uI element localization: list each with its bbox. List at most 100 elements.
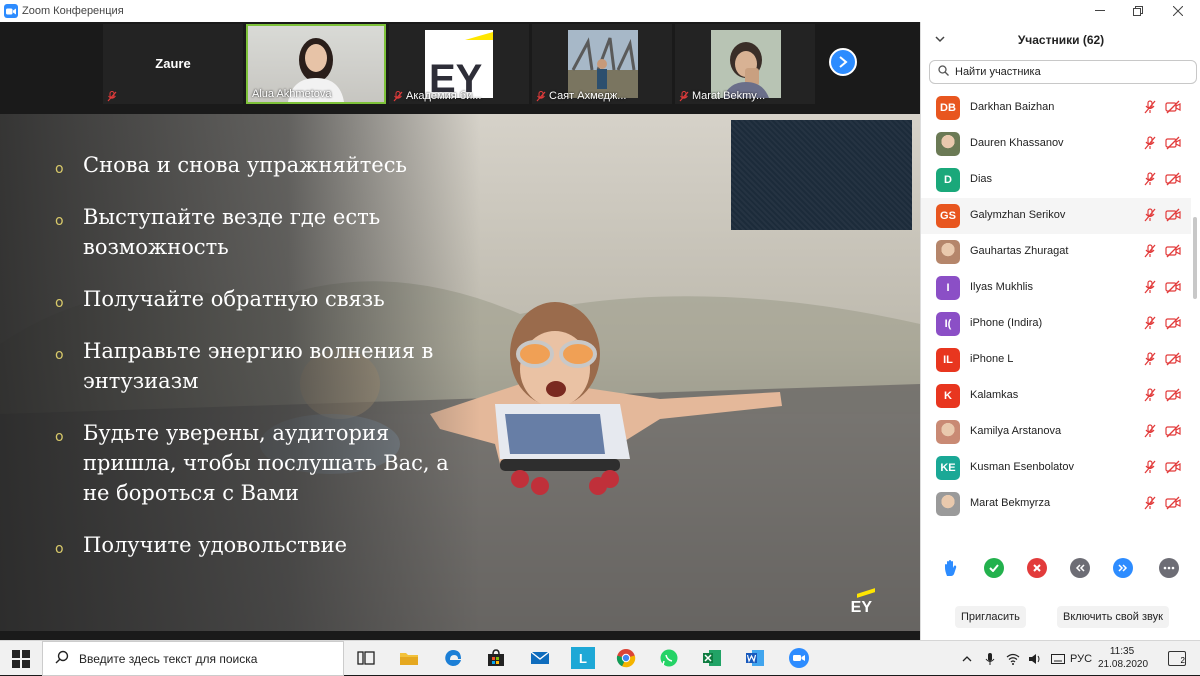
lingvo-icon[interactable]: L [571,647,595,669]
video-off-icon [1165,388,1181,402]
mic-muted-icon [1143,424,1157,438]
slide-bullet: Снова и снова упражняйтесь [55,150,455,184]
yes-button[interactable] [984,558,1004,578]
go-slower-button[interactable] [1070,558,1090,578]
go-faster-button[interactable] [1113,558,1133,578]
tray-show-hidden-icon[interactable] [962,641,972,676]
participant-row[interactable]: Kamilya Arstanova [921,414,1191,450]
search-input[interactable] [955,66,1175,78]
participant-status-icons [1143,352,1181,366]
language-indicator[interactable]: РУС [1070,641,1092,676]
raise-hand-button[interactable] [941,558,961,578]
avatar-initials: D [936,168,960,192]
participant-row[interactable]: D Dias [921,162,1191,198]
video-tile-sayat[interactable]: Саят Ахмедж... [532,24,672,104]
restore-button[interactable] [1120,0,1156,22]
participant-name: Академия би... [406,90,482,102]
mic-muted-icon [1143,244,1157,258]
word-icon[interactable] [743,647,767,669]
participant-row[interactable]: Marat Bekmyrza [921,486,1191,522]
more-button[interactable] [1159,558,1179,578]
video-off-icon [1165,244,1181,258]
participant-name: Ilyas Mukhlis [970,281,1033,293]
video-tile-marat-bekmyrza[interactable]: Marat Bekmy... [675,24,815,104]
mic-muted-icon [1143,208,1157,222]
invite-button[interactable]: Пригласить [955,606,1026,628]
participant-row[interactable]: GS Galymzhan Serikov [921,198,1191,234]
participant-list: DB Darkhan Baizhan Dauren Khassanov D Dias GS… [921,90,1191,522]
minimize-button[interactable] [1082,0,1118,22]
participant-row[interactable]: DB Darkhan Baizhan [921,90,1191,126]
participants-title: Участники (62) [1017,33,1105,47]
zoom-icon[interactable] [787,647,811,669]
participants-header: Участники (62) [921,22,1200,58]
participant-name: Саят Ахмедж... [549,90,627,102]
video-off-icon [1165,280,1181,294]
participant-row[interactable]: K Kalamkas [921,378,1191,414]
participant-video-feed [568,30,638,98]
more-icon [1163,566,1175,570]
participant-name: Marat Bekmyrza [970,497,1051,509]
chrome-icon[interactable] [614,647,638,669]
taskbar-search[interactable]: Введите здесь текст для поиска [42,641,344,676]
participant-name: Marat Bekmy... [692,90,766,102]
participant-name-large: Zaure [155,56,191,71]
mic-muted-icon [1143,316,1157,330]
participant-row[interactable]: I Ilyas Mukhlis [921,270,1191,306]
ey-logo-video: EY [425,30,493,101]
clock-time: 11:35 [1109,646,1135,657]
edge-icon[interactable] [441,647,465,669]
video-thumbnail-strip: Zaure Alua Akhmetova EY Академия би... С… [0,22,920,114]
notification-center-icon[interactable]: 2 [1168,651,1186,666]
close-button[interactable] [1160,0,1196,22]
mic-muted-icon [1143,100,1157,114]
participant-status-icons [1143,280,1181,294]
avatar-photo [936,492,960,516]
ey-logo: EY [850,599,872,616]
next-videos-button[interactable] [829,48,857,76]
participant-video-feed [711,30,781,98]
slide-bullet: Будьте уверены, аудитория пришла, чтобы … [55,418,455,508]
participant-row[interactable]: I(iPhone (Indira) [921,306,1191,342]
task-view-icon[interactable] [354,647,378,669]
participant-row[interactable]: IL iPhone L [921,342,1191,378]
participant-status-icons [1143,424,1181,438]
windows-logo-icon [12,650,30,668]
mic-muted-icon [1143,460,1157,474]
participant-row[interactable]: Dauren Khassanov [921,126,1191,162]
excel-icon[interactable] [700,647,724,669]
participant-row[interactable]: Gauhartas Zhuragat [921,234,1191,270]
store-icon[interactable] [484,647,508,669]
mail-icon[interactable] [528,647,552,669]
video-tile-zaure[interactable]: Zaure [103,24,243,104]
start-button[interactable] [12,650,30,668]
network-icon[interactable] [1006,641,1020,676]
whatsapp-icon[interactable] [657,647,681,669]
unmute-self-button[interactable]: Включить свой звук [1057,606,1169,628]
microphone-icon[interactable] [985,641,995,676]
speaker-icon[interactable] [1028,641,1042,676]
participant-search[interactable] [929,60,1197,84]
participant-row[interactable]: KE Kusman Esenbolatov [921,450,1191,486]
tile-label [107,91,117,102]
yes-check-icon [989,564,999,572]
no-button[interactable] [1027,558,1047,578]
zoom-app-icon [4,4,18,18]
video-off-icon [1165,424,1181,438]
video-tile-akademiya[interactable]: EY Академия би... [389,24,529,104]
video-tile-alua-akhmetova[interactable]: Alua Akhmetova [246,24,386,104]
keyboard-icon[interactable] [1051,641,1065,676]
video-off-icon [1165,496,1181,510]
participant-status-icons [1143,136,1181,150]
taskbar-search-text: Введите здесь текст для поиска [79,651,258,666]
search-icon [55,650,69,667]
participants-footer: Пригласить Включить свой звук [921,606,1200,630]
video-off-icon [1165,352,1181,366]
participant-name: Darkhan Baizhan [970,101,1055,113]
reaction-buttons [921,558,1200,582]
chevron-right-icon [839,56,848,68]
file-explorer-icon[interactable] [397,647,421,669]
participant-list-scrollbar[interactable] [1193,217,1197,299]
clock[interactable]: 11:35 21.08.2020 [1098,645,1148,671]
participant-status-icons [1143,100,1181,114]
